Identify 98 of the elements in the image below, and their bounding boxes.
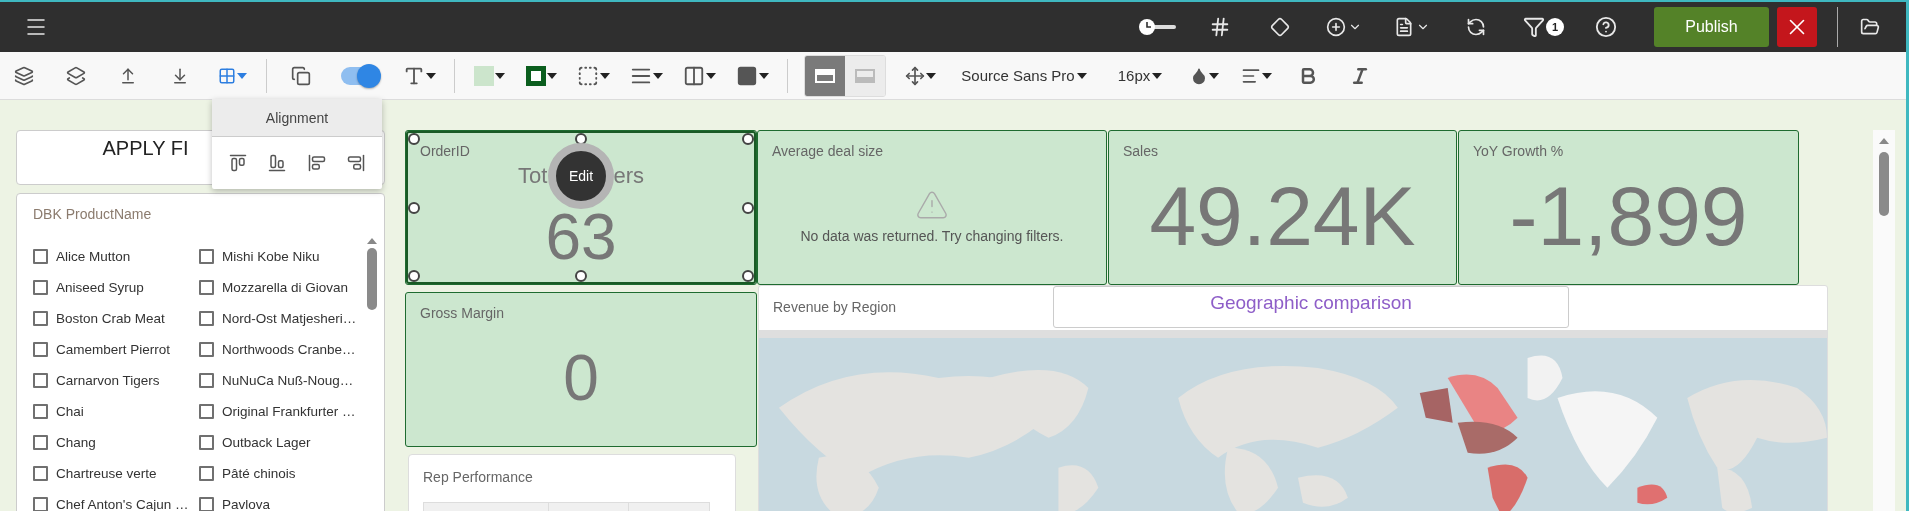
filter-title: DBK ProductName <box>33 206 153 222</box>
caret-icon <box>494 72 505 79</box>
swatch-icon <box>525 65 546 86</box>
toggle-switch[interactable] <box>341 66 379 85</box>
caret-icon <box>706 72 716 79</box>
filter-item: Alice Mutton <box>56 248 131 264</box>
caret-icon <box>1208 72 1219 79</box>
kpi-card[interactable]: Sales 49.24K <box>1108 130 1457 285</box>
kpi-card[interactable]: Average deal size No data was returned. Try changing filters. <box>757 130 1107 285</box>
resize-handle[interactable] <box>742 270 754 282</box>
resize-handle[interactable] <box>742 201 754 214</box>
chart-title: Geographic comparison <box>1053 286 1569 328</box>
filter-item: Nord-Ost Matjesheri… <box>222 310 357 326</box>
filter-item: Original Frankfurter … <box>222 403 356 419</box>
dashed-square-icon <box>577 64 599 87</box>
resize-handle[interactable] <box>408 133 420 145</box>
edit-button[interactable]: Edit <box>548 143 614 209</box>
filter-item: Northwoods Cranbe… <box>222 341 356 357</box>
filter-button[interactable]: 1 <box>1516 9 1566 45</box>
checkbox[interactable] <box>199 434 214 450</box>
resize-handle[interactable] <box>408 270 420 282</box>
checkbox[interactable] <box>33 279 48 295</box>
caret-icon <box>546 72 557 79</box>
filter-item: Chang <box>56 434 96 450</box>
caret-icon <box>600 72 610 79</box>
checkbox[interactable] <box>199 248 214 264</box>
caret-icon <box>236 72 247 79</box>
publish-button[interactable]: Publish <box>1654 7 1769 47</box>
layout-icon <box>815 68 835 83</box>
filter-item: Outback Lager <box>222 434 311 450</box>
checkbox[interactable] <box>199 496 214 511</box>
menu-title: Alignment <box>212 99 382 137</box>
filter-item: Mishi Kobe Niku <box>222 248 320 264</box>
filter-item: Boston Crab Meat <box>56 310 165 326</box>
filter-item: Mozzarella di Giovan <box>222 279 349 295</box>
checkbox[interactable] <box>33 372 48 388</box>
checkbox[interactable] <box>33 434 48 450</box>
checkbox[interactable] <box>199 279 214 295</box>
filter-item: NuNuCa Nuß-Noug… <box>222 372 354 388</box>
resize-handle[interactable] <box>575 270 587 282</box>
kpi-card[interactable]: Gross Margin 0 <box>405 292 757 447</box>
caret-icon <box>1152 72 1163 79</box>
resize-handle[interactable] <box>575 133 587 145</box>
font-select[interactable]: Source Sans Pro <box>954 57 1094 94</box>
checkbox[interactable] <box>33 341 48 357</box>
caret-icon <box>1076 72 1087 79</box>
filter-item: Chai <box>56 403 84 419</box>
checkbox[interactable] <box>199 372 214 388</box>
filter-item: Pavlova <box>222 496 271 511</box>
filter-item: Chartreuse verte <box>56 465 157 481</box>
caret-icon <box>426 72 436 79</box>
swatch-icon <box>473 65 494 86</box>
columns-icon <box>683 64 705 87</box>
filter-item: Camembert Pierrot <box>56 341 171 357</box>
checkbox[interactable] <box>199 403 214 419</box>
checkbox[interactable] <box>199 310 214 326</box>
kpi-value: -1,899 <box>1509 173 1748 258</box>
card-caption: Tot <box>518 162 548 189</box>
card-title: OrderID <box>420 143 471 159</box>
layout-button[interactable] <box>805 55 845 96</box>
card-title: Average deal size <box>772 143 885 159</box>
caret-icon <box>925 72 936 79</box>
close-button[interactable] <box>1777 7 1817 47</box>
filter-count-badge: 1 <box>1546 18 1564 36</box>
checkbox[interactable] <box>33 496 48 511</box>
move-icon <box>904 65 925 86</box>
caret-icon <box>1261 72 1272 79</box>
card-title: Sales <box>1123 143 1160 159</box>
card-title: Gross Margin <box>420 305 506 321</box>
checkbox[interactable] <box>33 465 48 481</box>
checkbox[interactable] <box>199 341 214 357</box>
card-caption: ers <box>613 162 644 189</box>
kpi-card[interactable]: YoY Growth % -1,899 <box>1458 130 1799 285</box>
resize-handle[interactable] <box>408 201 420 214</box>
checkbox[interactable] <box>33 310 48 326</box>
card-title: Rep Performance <box>423 469 534 485</box>
layout-icon <box>855 68 875 83</box>
checkbox[interactable] <box>199 465 214 481</box>
kpi-card[interactable]: OrderID Tot ers 63 Edit <box>405 130 757 285</box>
kpi-value: 0 <box>563 345 599 410</box>
filter-item: Carnarvon Tigers <box>56 372 160 388</box>
checkbox[interactable] <box>33 403 48 419</box>
card-title: YoY Growth % <box>1473 143 1565 159</box>
font-size-select[interactable]: 16px <box>1110 57 1170 94</box>
filter-item: Chef Anton's Cajun … <box>56 496 189 511</box>
caret-icon <box>653 72 663 79</box>
no-data-message: No data was returned. Try changing filters. <box>800 227 1064 244</box>
grid-icon <box>217 66 236 85</box>
kpi-value: 49.24K <box>1149 173 1416 258</box>
checkbox[interactable] <box>33 248 48 264</box>
scrollbar[interactable] <box>1873 130 1895 511</box>
resize-handle[interactable] <box>742 133 754 145</box>
caret-icon <box>759 72 769 79</box>
filter-item: Aniseed Syrup <box>56 279 144 295</box>
panel-title: Revenue by Region <box>773 299 896 315</box>
square-icon <box>736 64 758 87</box>
filter-item: Pâté chinois <box>222 465 296 481</box>
filter-icon <box>1523 16 1545 38</box>
